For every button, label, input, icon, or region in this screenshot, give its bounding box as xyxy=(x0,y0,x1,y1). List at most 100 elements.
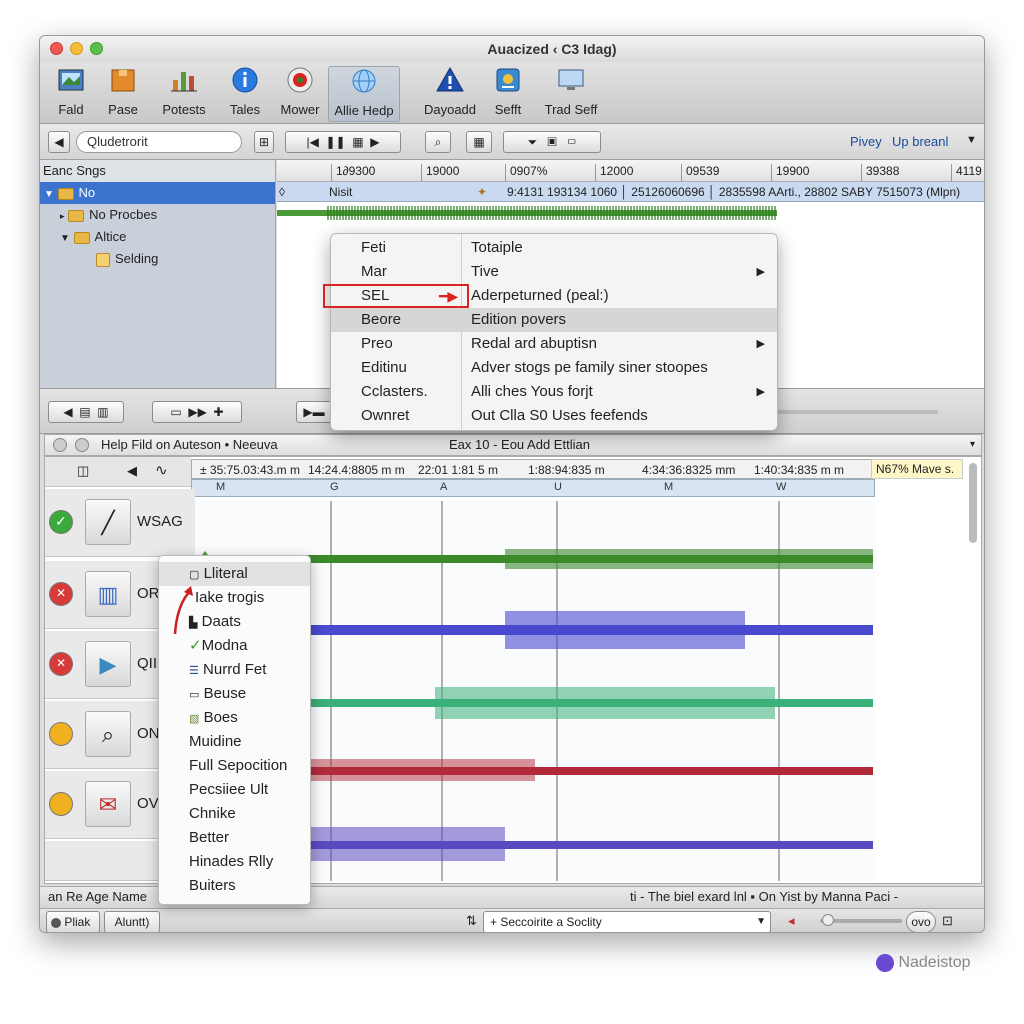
vertical-scrollbar[interactable] xyxy=(969,463,977,543)
check-icon: ✓ xyxy=(189,637,202,654)
chevron-down-icon[interactable]: ▼ xyxy=(966,134,977,146)
menu-row-selected[interactable]: SEL ━▶ Aderpeturned (peal:) xyxy=(323,284,777,308)
search-icon[interactable]: ⌕ xyxy=(85,711,131,757)
toolbar-trad-seff-button[interactable]: Trad Seff xyxy=(535,66,607,122)
speaker-icon[interactable]: ◫ xyxy=(77,463,89,479)
nav-bar: ◀ Qludetrorit ⊞ |◀ ❚❚ ▦ ▶ ⌕ ▦ ⏷ ▣ ▭ Pive… xyxy=(40,124,984,160)
play-icon[interactable]: ▶ xyxy=(85,641,131,687)
arrow-right-icon: ━▶ xyxy=(439,288,459,304)
waveform-icon[interactable]: ∿ xyxy=(155,461,168,479)
sidebar-item-no-procbes[interactable]: ▸ No Procbes xyxy=(40,204,275,226)
popup-item[interactable]: Muidine xyxy=(159,730,310,754)
menu-row[interactable]: Feti Totaiple xyxy=(331,236,777,260)
ovo-pill[interactable]: ovo xyxy=(906,911,936,932)
sidebar-header: Eanc Sngs xyxy=(40,160,275,182)
back-button[interactable]: ◀ xyxy=(48,131,70,153)
menu-row-highlighted[interactable]: Beore Edition povers xyxy=(331,308,777,332)
arrow-left-icon[interactable]: ◀ xyxy=(127,463,137,479)
calendar-button[interactable]: ▦ xyxy=(466,131,492,153)
skip-back-icon[interactable]: |◀ xyxy=(306,135,318,149)
popup-item[interactable]: Better xyxy=(159,826,310,850)
play-stop-button[interactable]: ▶▬ xyxy=(296,401,332,423)
menu-row[interactable]: Mar Tive ▶ xyxy=(331,260,777,284)
mute-icon[interactable]: ◂ xyxy=(788,913,795,929)
window-title: Auacized ‹ C3 Idag) xyxy=(487,41,617,57)
popup-item[interactable]: ☰ Nurrd Fet xyxy=(159,658,310,682)
menu-row[interactable]: Editinu Adver stogs pe family siner stoop… xyxy=(331,356,777,380)
sidebar-item-altice[interactable]: ▼ Altice xyxy=(40,226,275,248)
pivey-label[interactable]: Pivey xyxy=(850,134,882,149)
toolbar-sefft-button[interactable]: Sefft xyxy=(472,66,544,122)
track-control-wsag[interactable]: ✓ ╱ WSAG xyxy=(45,489,195,557)
error-icon[interactable]: ✕ xyxy=(49,652,73,676)
popup-item[interactable]: Chnike xyxy=(159,802,310,826)
record-icon xyxy=(287,67,313,93)
camera-icon[interactable]: ▭ xyxy=(170,405,181,419)
add-icon[interactable]: ⊞ xyxy=(254,131,274,153)
list-icon: ☰ xyxy=(189,665,199,677)
track-name: OR xyxy=(137,585,160,602)
selected-track-row[interactable]: ◊ Nisit ✦ 9:4131 193134 1060 │ 251260606… xyxy=(277,182,984,202)
logo-icon xyxy=(876,954,894,972)
toolbar-allie-hedp-button[interactable]: Allie Hedp xyxy=(328,66,400,122)
zoom-search-button[interactable]: ⌕ xyxy=(425,131,451,153)
watermark: Nadeistop xyxy=(876,954,971,972)
list-icon[interactable]: ▥ xyxy=(97,405,108,419)
slider-knob[interactable] xyxy=(822,914,834,926)
disclosure-icon[interactable]: ▼ xyxy=(60,233,70,244)
scope-select[interactable]: + Seccoirite a Soclity ▼ xyxy=(483,911,771,932)
mail-icon[interactable]: ✉ xyxy=(85,781,131,827)
error-icon[interactable]: ✕ xyxy=(49,582,73,606)
frame-icon[interactable]: ▣ xyxy=(547,135,557,149)
pencil-icon[interactable]: ╱ xyxy=(85,499,131,545)
pause-icon[interactable]: ❚❚ xyxy=(326,135,346,149)
nav-controls[interactable]: ◀ ▤ ▥ xyxy=(48,401,124,423)
menu-row[interactable]: Cclasters. Alli ches Yous forjt ▶ xyxy=(331,380,777,404)
calendar-icon: ▦ xyxy=(473,135,485,149)
toolbar-mower-button[interactable]: Mower xyxy=(264,66,336,122)
arrow-left-icon[interactable]: ◀ xyxy=(63,405,72,419)
close-icon[interactable] xyxy=(53,438,67,452)
aluntt-button[interactable]: Aluntt) xyxy=(104,911,160,932)
popup-item[interactable]: Full Sepocition xyxy=(159,754,310,778)
popup-item[interactable]: Hinades Rlly xyxy=(159,850,310,874)
zoom-readout[interactable]: N67% Mave s. xyxy=(871,459,963,479)
playback-controls[interactable]: ▭ ▶▶ ✚ xyxy=(152,401,242,423)
ruler-mark: 14:24.4:8805 m m xyxy=(308,463,405,477)
play-icon[interactable]: ▶ xyxy=(370,135,379,149)
volume-slider[interactable] xyxy=(778,410,938,414)
level-slider[interactable] xyxy=(820,914,902,926)
menu-row[interactable]: Preo Redal ard abuptisn ▶ xyxy=(331,332,777,356)
popup-item[interactable]: ▧ Boes xyxy=(159,706,310,730)
expand-icon[interactable]: ⊡ xyxy=(942,913,953,929)
popup-item[interactable]: Buiters xyxy=(159,874,310,898)
sidebar: Eanc Sngs ▼ No ▸ No Procbes ▼ Altice Sel… xyxy=(40,160,276,388)
transport-controls[interactable]: |◀ ❚❚ ▦ ▶ xyxy=(285,131,401,153)
popup-menu: ▢ Lliteral Iake trogis ▙ Daats ✓Modna ☰ … xyxy=(158,555,311,905)
edit-tools[interactable]: ⏷ ▣ ▭ xyxy=(503,131,601,153)
sidebar-item-no[interactable]: ▼ No xyxy=(40,182,275,204)
check-icon[interactable]: ✓ xyxy=(49,510,73,534)
plus-icon[interactable]: ✚ xyxy=(214,405,224,419)
sidebar-item-selding[interactable]: Selding xyxy=(40,248,275,270)
funnel-icon[interactable]: ⏷ xyxy=(528,135,538,149)
pliak-button[interactable]: Pliak xyxy=(46,911,100,932)
doc-icon[interactable]: ▤ xyxy=(79,405,90,419)
chevron-down-icon[interactable]: ▾ xyxy=(970,435,975,455)
grid-icon[interactable]: ▦ xyxy=(352,135,363,149)
fast-forward-icon[interactable]: ▶▶ xyxy=(188,405,206,419)
rect-icon[interactable]: ▭ xyxy=(567,135,577,149)
up-breanl-label[interactable]: Up breanl xyxy=(892,134,948,149)
warning-icon[interactable] xyxy=(49,722,73,746)
search-input[interactable]: Qludetrorit xyxy=(76,131,242,153)
minimize-icon[interactable] xyxy=(75,438,89,452)
menu-row[interactable]: Ownret Out Clla S0 Uses feefends xyxy=(331,404,777,428)
popup-item[interactable]: ▭ Beuse xyxy=(159,682,310,706)
disclosure-icon[interactable]: ▼ xyxy=(44,189,54,200)
ruler-mark: 4:34:36:8325 mm xyxy=(642,463,736,477)
popup-item[interactable]: ✓Modna xyxy=(159,634,310,658)
popup-item-lliteral[interactable]: ▢ Lliteral xyxy=(159,562,310,586)
popup-item[interactable]: Pecsiiee Ult xyxy=(159,778,310,802)
warning-icon[interactable] xyxy=(49,792,73,816)
instrument-icon[interactable]: ▥ xyxy=(85,571,131,617)
